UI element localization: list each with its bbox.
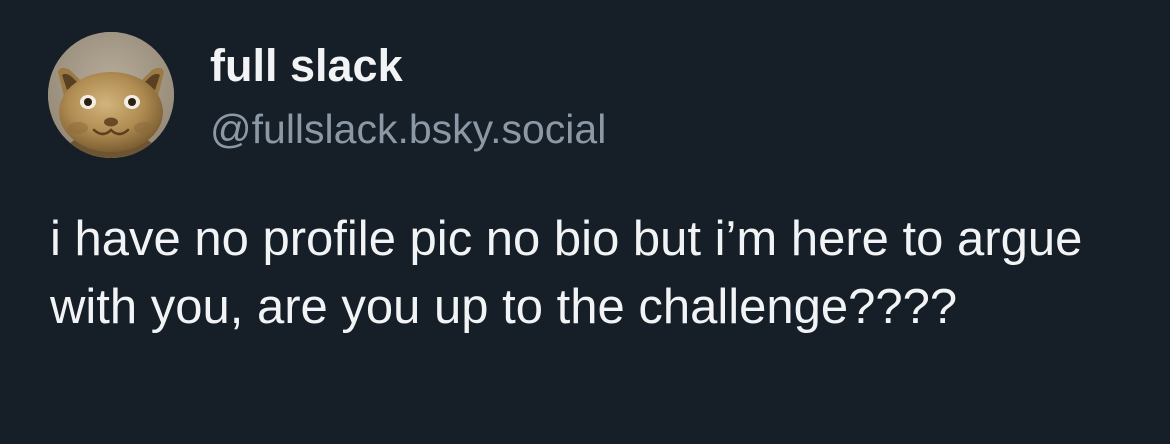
avatar[interactable] [48, 32, 174, 158]
cat-figurine-avatar-icon [48, 32, 174, 158]
author-handle[interactable]: @fullslack.bsky.social [210, 104, 606, 154]
author-display-name[interactable]: full slack [210, 40, 403, 92]
post-card: full slack @fullslack.bsky.social i have… [0, 0, 1170, 444]
post-text: i have no profile pic no bio but i’m her… [50, 212, 1083, 334]
